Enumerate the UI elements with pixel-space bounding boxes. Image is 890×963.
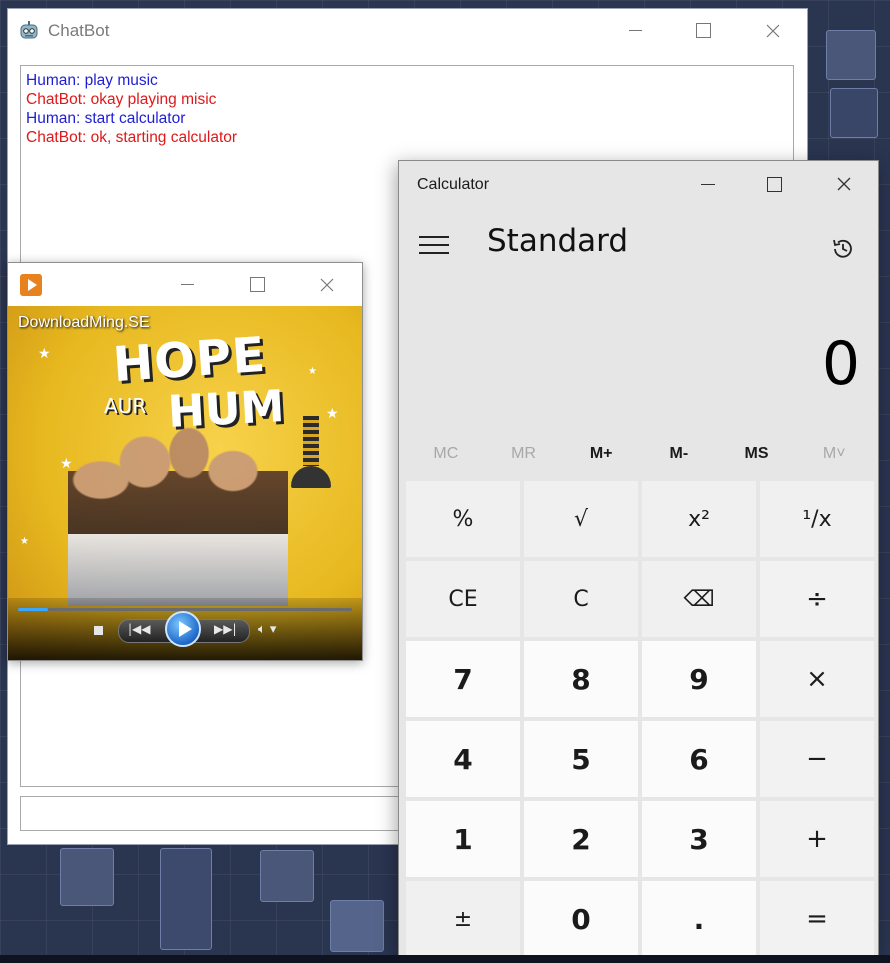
desktop-tile [60, 848, 114, 906]
maximize-button[interactable] [234, 263, 280, 306]
key-equals-button[interactable]: = [760, 881, 874, 956]
desktop-tile [826, 30, 876, 80]
key-subtract-button[interactable]: − [760, 721, 874, 797]
chat-message-human: Human: play music [26, 72, 158, 89]
key-decimal-button[interactable]: . [642, 881, 756, 956]
key-clear-button[interactable]: C [524, 561, 638, 637]
memory-row: MC MR M+ M- MS M˅ [407, 439, 873, 469]
key-add-button[interactable]: + [760, 801, 874, 877]
desktop-tile [260, 850, 314, 902]
close-button[interactable] [750, 9, 796, 52]
next-button[interactable]: ▶▶| [214, 622, 237, 636]
player-controls: |◀◀ ▶▶| 🔈︎ ▾ [8, 598, 362, 660]
key-4-button[interactable]: 4 [406, 721, 520, 797]
key-7-button[interactable]: 7 [406, 641, 520, 717]
speaker-icon: 🔈︎ ▾ [258, 622, 277, 637]
play-button[interactable] [165, 611, 201, 647]
next-icon: ▶▶| [214, 622, 237, 636]
hamburger-line [419, 244, 449, 246]
key-divide-button[interactable]: ÷ [760, 561, 874, 637]
key-6-button[interactable]: 6 [642, 721, 756, 797]
key-backspace-button[interactable]: ⌫ [642, 561, 756, 637]
minimize-button[interactable] [675, 161, 741, 207]
robot-icon [18, 20, 40, 42]
star-decoration: ★ [20, 536, 29, 547]
key-multiply-button[interactable]: × [760, 641, 874, 717]
chat-message-bot: ChatBot: ok, starting calculator [26, 129, 238, 146]
minimize-icon [180, 284, 194, 285]
maximize-icon [249, 277, 265, 292]
maximize-icon [695, 23, 711, 38]
video-area[interactable]: ★ ★ ★ ★ ★ HOPE AUR HUM DownloadMing.SE |… [8, 306, 362, 660]
minimize-icon [701, 183, 715, 185]
maximize-icon [766, 176, 782, 192]
key-reciprocal-button[interactable]: ¹/x [760, 481, 874, 557]
star-decoration: ★ [38, 346, 51, 362]
close-button[interactable] [811, 161, 877, 207]
volume-button[interactable]: 🔈︎ ▾ [258, 622, 276, 637]
spring-decoration [303, 416, 319, 466]
stop-icon [93, 625, 103, 635]
poster-title: HOPE [111, 326, 268, 394]
close-icon [320, 278, 334, 291]
memory-subtract-button[interactable]: M- [640, 439, 718, 469]
calculator-titlebar[interactable]: Calculator [399, 161, 878, 207]
seek-progress [18, 608, 49, 611]
key-negate-button[interactable]: ± [406, 881, 520, 956]
chat-message-human: Human: start calculator [26, 110, 186, 127]
navigation-menu-button[interactable] [419, 236, 451, 256]
key-8-button[interactable]: 8 [524, 641, 638, 717]
key-2-button[interactable]: 2 [524, 801, 638, 877]
maximize-button[interactable] [741, 161, 807, 207]
close-icon [766, 24, 780, 37]
key-9-button[interactable]: 9 [642, 641, 756, 717]
key-sqrt-button[interactable]: √ [524, 481, 638, 557]
keypad: % √ x² ¹/x CE C ⌫ ÷ 7 8 9 × 4 5 6− 1 2 3 + ±0. = [406, 481, 875, 956]
hamburger-menu-icon [419, 236, 449, 238]
hamburger-line [419, 252, 449, 254]
minimize-button[interactable] [164, 263, 210, 306]
chatbot-titlebar[interactable]: ChatBot [8, 9, 807, 52]
poster-family [68, 426, 288, 606]
minimize-icon [628, 30, 642, 31]
memory-add-button[interactable]: M+ [562, 439, 640, 469]
desktop-edge [0, 955, 890, 963]
calculator-display: 0 [821, 329, 860, 399]
calculator-window: Calculator Standard 0 MC MR M+ M- MS M˅ … [398, 160, 879, 957]
maximize-button[interactable] [680, 9, 726, 52]
key-5-button[interactable]: 5 [524, 721, 638, 797]
poster-title-aur: AUR [104, 394, 147, 418]
key-clear-entry-button[interactable]: CE [406, 561, 520, 637]
key-square-button[interactable]: x² [642, 481, 756, 557]
key-3-button[interactable]: 3 [642, 801, 756, 877]
memory-clear-button[interactable]: MC [407, 439, 485, 469]
previous-icon: |◀◀ [128, 622, 151, 636]
close-button[interactable] [304, 263, 350, 306]
stop-button[interactable] [92, 624, 104, 636]
memory-store-button[interactable]: MS [718, 439, 796, 469]
chat-message-bot: ChatBot: okay playing misic [26, 91, 217, 108]
video-caption: DownloadMing.SE [18, 314, 150, 331]
desktop-tile [330, 900, 384, 952]
media-player-app-icon [20, 274, 42, 296]
media-player-titlebar[interactable] [8, 263, 362, 306]
calculator-mode-title: Standard [487, 223, 629, 259]
calculator-title: Calculator [417, 176, 490, 193]
history-icon [833, 239, 852, 258]
desktop-tile [830, 88, 878, 138]
key-percent-button[interactable]: % [406, 481, 520, 557]
previous-button[interactable]: |◀◀ [128, 622, 151, 636]
star-decoration: ★ [326, 406, 339, 422]
key-0-button[interactable]: 0 [524, 881, 638, 956]
minimize-button[interactable] [612, 9, 658, 52]
star-decoration: ★ [308, 366, 317, 377]
memory-list-button[interactable]: M˅ [795, 439, 873, 469]
close-icon [837, 177, 851, 191]
memory-recall-button[interactable]: MR [485, 439, 563, 469]
desktop-tile [160, 848, 212, 950]
media-player-window: ★ ★ ★ ★ ★ HOPE AUR HUM DownloadMing.SE |… [7, 262, 363, 661]
key-1-button[interactable]: 1 [406, 801, 520, 877]
history-button[interactable] [830, 236, 856, 262]
chatbot-title: ChatBot [48, 20, 110, 40]
